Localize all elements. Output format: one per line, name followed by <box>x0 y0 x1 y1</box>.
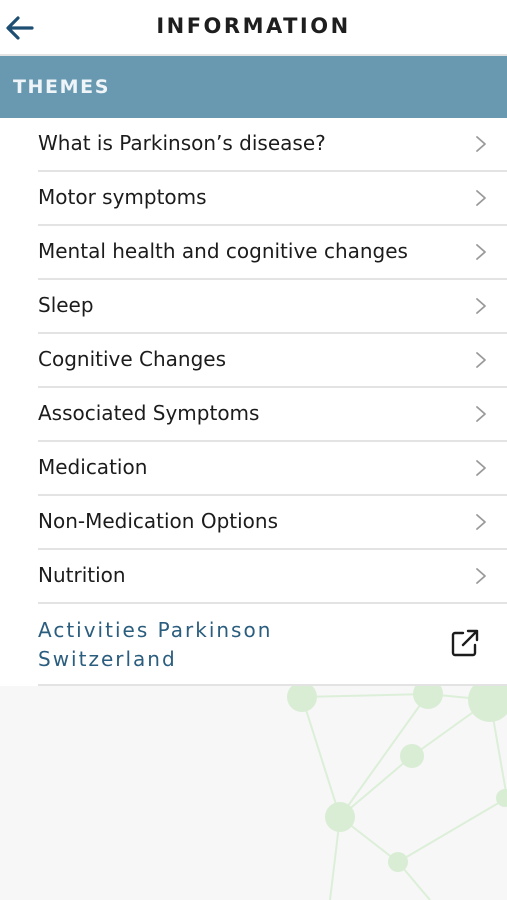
chevron-right-icon <box>476 190 486 206</box>
chevron-right-icon <box>476 460 486 476</box>
page-title: INFORMATION <box>156 14 351 38</box>
external-link-label: Activities Parkinson Switzerland <box>38 618 273 671</box>
list-item-sleep[interactable]: Sleep <box>38 280 507 334</box>
external-link-activities-parkinson[interactable]: Activities Parkinson Switzerland <box>38 602 507 686</box>
list-item-label: Associated Symptoms <box>38 401 260 425</box>
themes-list: What is Parkinson’s disease? Motor sympt… <box>0 118 507 686</box>
list-item-motor-symptoms[interactable]: Motor symptoms <box>38 172 507 226</box>
list-item-label: Cognitive Changes <box>38 347 227 371</box>
themes-section-header: THEMES <box>0 56 507 118</box>
chevron-right-icon <box>476 352 486 368</box>
list-item-medication[interactable]: Medication <box>38 442 507 496</box>
list-item-label: Non-Medication Options <box>38 509 278 533</box>
chevron-right-icon <box>476 406 486 422</box>
chevron-right-icon <box>476 514 486 530</box>
chevron-right-icon <box>476 136 486 152</box>
list-item-nutrition[interactable]: Nutrition <box>38 550 507 604</box>
list-item-label: Motor symptoms <box>38 185 207 209</box>
list-item-non-medication-options[interactable]: Non-Medication Options <box>38 496 507 550</box>
section-title: THEMES <box>13 76 111 98</box>
list-item-label: What is Parkinson’s disease? <box>38 131 326 155</box>
chevron-right-icon <box>476 244 486 260</box>
list-item-what-is-parkinsons[interactable]: What is Parkinson’s disease? <box>38 118 507 172</box>
chevron-right-icon <box>476 298 486 314</box>
app-header: INFORMATION <box>0 0 507 56</box>
external-link-icon <box>451 629 479 657</box>
list-item-label: Medication <box>38 455 148 479</box>
list-item-label: Nutrition <box>38 563 126 587</box>
list-item-cognitive-changes[interactable]: Cognitive Changes <box>38 334 507 388</box>
list-item-mental-health[interactable]: Mental health and cognitive changes <box>38 226 507 280</box>
list-item-label: Sleep <box>38 293 94 317</box>
list-item-label: Mental health and cognitive changes <box>38 239 408 263</box>
list-item-associated-symptoms[interactable]: Associated Symptoms <box>38 388 507 442</box>
chevron-right-icon <box>476 568 486 584</box>
